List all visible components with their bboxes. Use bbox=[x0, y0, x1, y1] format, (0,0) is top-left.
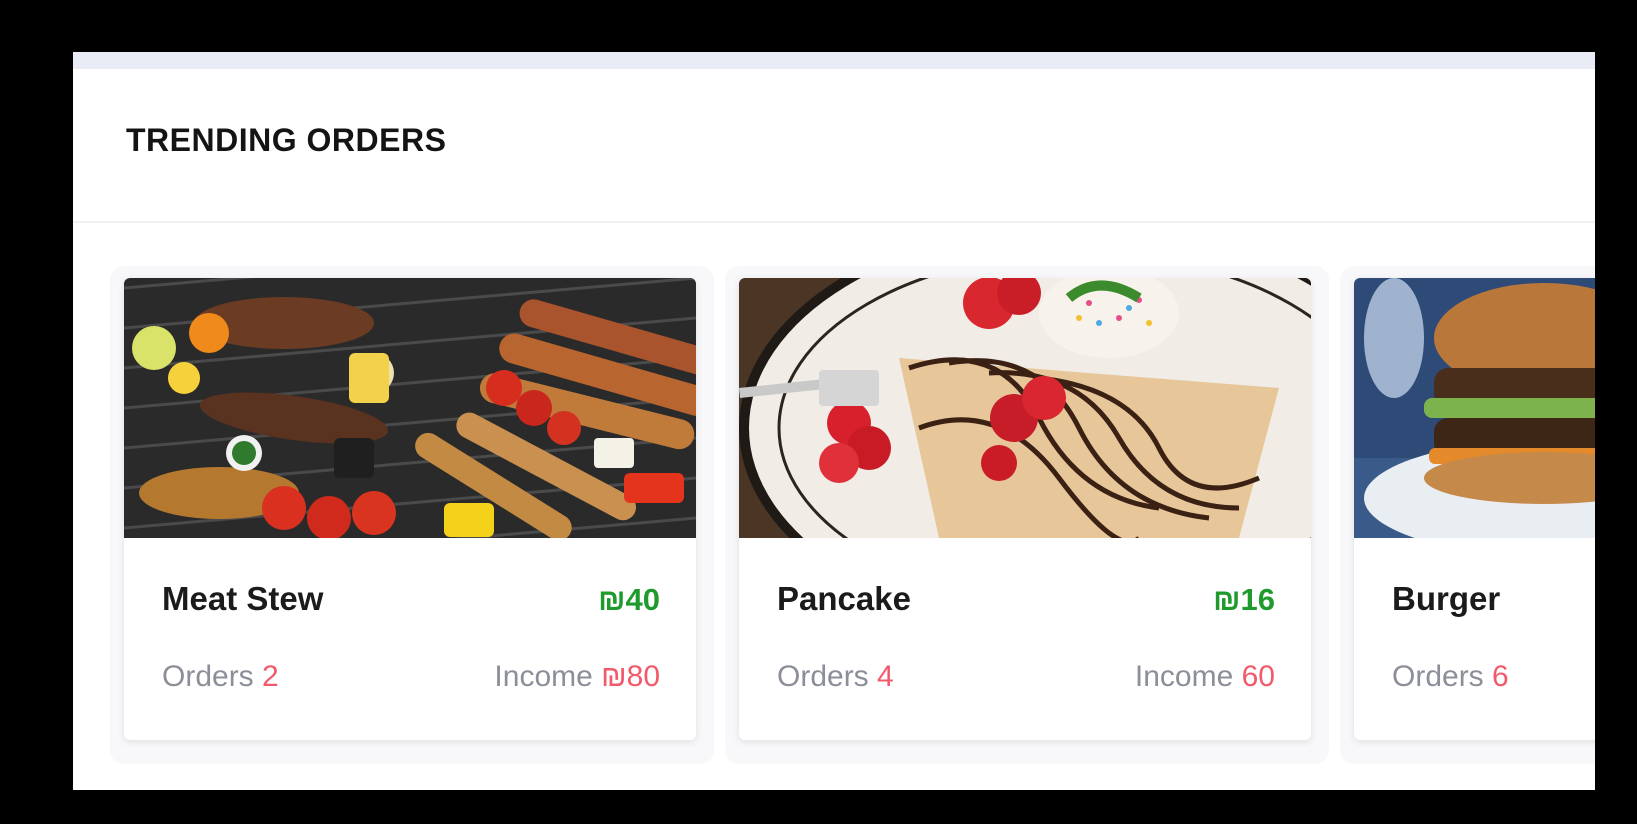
orders-count: 6 bbox=[1492, 660, 1509, 693]
order-card-meat-stew[interactable]: Meat Stew ₪40 Orders 2 Income ₪80 bbox=[124, 278, 696, 740]
item-name: Pancake bbox=[777, 580, 911, 617]
section-header: TRENDING ORDERS bbox=[73, 69, 1595, 223]
income-stat: Income ₪80 bbox=[494, 660, 660, 694]
orders-count: 2 bbox=[262, 660, 279, 693]
grilled-meat-image bbox=[124, 278, 696, 538]
income-value: ₪80 bbox=[601, 660, 660, 693]
order-card-burger[interactable]: Burger Orders 6 bbox=[1354, 278, 1595, 740]
orders-stat: Orders 6 bbox=[1392, 660, 1509, 694]
income-stat: Income 60 bbox=[1135, 660, 1275, 694]
orders-stat: Orders 2 bbox=[162, 660, 279, 694]
order-card-wrapper: Burger Orders 6 bbox=[1340, 266, 1595, 764]
orders-count: 4 bbox=[877, 660, 894, 693]
orders-label: Orders bbox=[1392, 660, 1484, 693]
section-title: TRENDING ORDERS bbox=[126, 122, 447, 158]
item-price: ₪40 bbox=[598, 582, 660, 617]
trending-orders-list: Meat Stew ₪40 Orders 2 Income ₪80 Pancak… bbox=[110, 266, 1595, 766]
item-name: Meat Stew bbox=[162, 580, 324, 617]
income-label: Income bbox=[494, 660, 593, 693]
item-price: ₪16 bbox=[1213, 582, 1275, 617]
order-card-wrapper: Meat Stew ₪40 Orders 2 Income ₪80 bbox=[110, 266, 714, 764]
orders-label: Orders bbox=[162, 660, 254, 693]
pancake-image bbox=[739, 278, 1311, 538]
order-card-pancake[interactable]: Pancake ₪16 Orders 4 Income 60 bbox=[739, 278, 1311, 740]
trending-orders-panel: TRENDING ORDERS Meat Stew ₪40 Orders 2 I… bbox=[73, 52, 1595, 790]
top-divider-strip bbox=[73, 52, 1595, 69]
income-label: Income bbox=[1134, 660, 1234, 693]
orders-stat: Orders 4 bbox=[777, 660, 894, 694]
orders-label: Orders bbox=[777, 660, 869, 693]
income-value: 60 bbox=[1241, 660, 1275, 693]
item-name: Burger bbox=[1392, 580, 1501, 617]
order-card-wrapper: Pancake ₪16 Orders 4 Income 60 bbox=[725, 266, 1329, 764]
burger-image bbox=[1354, 278, 1595, 538]
